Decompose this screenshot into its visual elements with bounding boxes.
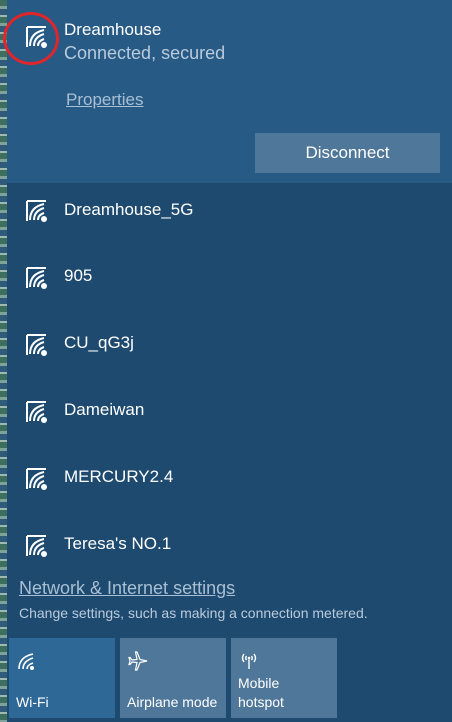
network-list-item[interactable]: CU_qG3j: [7, 314, 452, 374]
tile-label: Mobile hotspot: [238, 675, 284, 710]
network-settings-hint: Change settings, such as making a connec…: [19, 605, 368, 621]
network-settings-link[interactable]: Network & Internet settings: [19, 578, 235, 599]
network-list-item[interactable]: Dreamhouse_5G: [7, 180, 452, 240]
connected-network-status: Connected, secured: [64, 43, 226, 63]
desktop-edge: [0, 0, 7, 722]
wifi-secured-icon: [24, 198, 50, 224]
wifi-secured-icon: [24, 399, 50, 425]
network-list-item[interactable]: Dameiwan: [7, 381, 452, 441]
wifi-icon: [16, 650, 38, 672]
network-name: Dreamhouse_5G: [64, 200, 194, 219]
wifi-secured-icon: [24, 533, 50, 559]
wifi-secured-icon: [24, 332, 50, 358]
wifi-toggle-tile[interactable]: Wi-Fi: [9, 638, 115, 718]
network-list-item[interactable]: 905: [7, 247, 452, 307]
mobile-hotspot-tile[interactable]: Mobile hotspot: [231, 638, 337, 718]
highlight-annotation: [3, 12, 59, 65]
airplane-mode-tile[interactable]: Airplane mode: [120, 638, 226, 718]
wifi-secured-icon: [24, 466, 50, 492]
network-name: CU_qG3j: [64, 333, 134, 352]
airplane-icon: [127, 650, 149, 672]
network-name: Teresa's NO.1: [64, 534, 172, 553]
network-name: Dameiwan: [64, 400, 145, 419]
connected-network-item[interactable]: Dreamhouse Connected, secured Properties…: [3, 0, 452, 183]
network-name: MERCURY2.4: [64, 467, 174, 486]
tile-label: Airplane mode: [127, 694, 218, 710]
network-list-item[interactable]: Teresa's NO.1: [7, 515, 452, 575]
disconnect-button[interactable]: Disconnect: [255, 133, 440, 173]
tile-label: Wi-Fi: [16, 694, 49, 710]
hotspot-icon: [238, 650, 260, 672]
network-flyout: Dreamhouse Connected, secured Properties…: [3, 0, 452, 722]
network-name: 905: [64, 266, 93, 285]
wifi-secured-icon: [24, 265, 50, 291]
properties-link[interactable]: Properties: [66, 90, 143, 110]
connected-network-name: Dreamhouse: [64, 20, 162, 39]
network-list-item[interactable]: MERCURY2.4: [7, 448, 452, 508]
